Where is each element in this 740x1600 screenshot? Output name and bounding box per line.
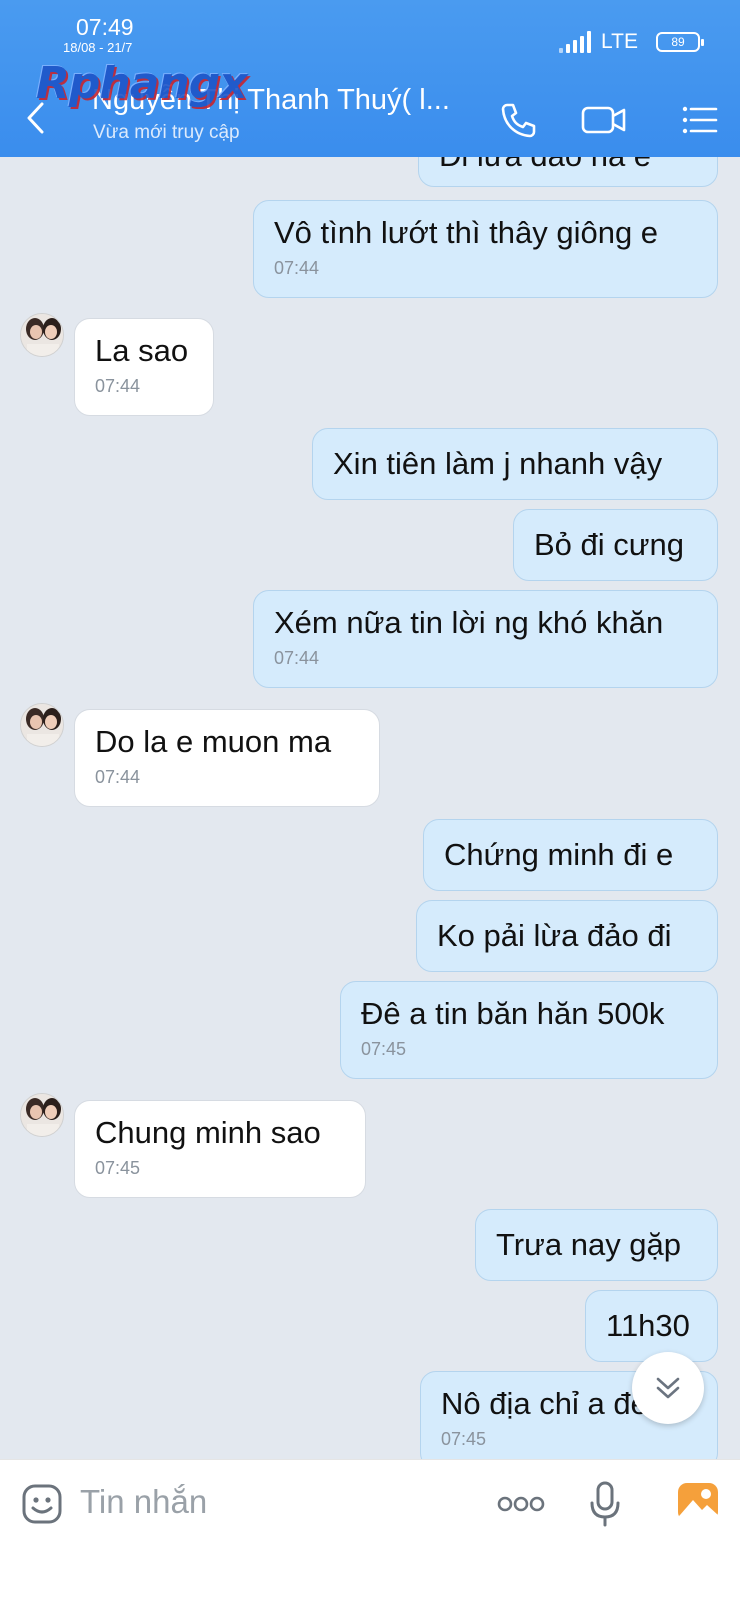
- battery-level: 89: [671, 35, 685, 49]
- message-text: Chung minh sao: [95, 1115, 321, 1150]
- avatar-image: [21, 314, 63, 356]
- message-text: Xém nữa tin lời ng khó khăn: [274, 605, 664, 640]
- message-bubble-outgoing[interactable]: Đi lừa đảo hả e: [418, 157, 718, 187]
- chevron-left-icon: [27, 102, 44, 134]
- message-bubble-outgoing[interactable]: Trưa nay gặp: [475, 1209, 718, 1281]
- message-text: Do la e muon ma: [95, 724, 332, 759]
- message-time: 07:45: [361, 1039, 407, 1059]
- message-bubble-outgoing[interactable]: Xin tiên làm j nhanh vậy: [312, 428, 718, 500]
- message-bubble-outgoing[interactable]: Xém nữa tin lời ng khó khăn 07:44: [253, 590, 718, 688]
- scroll-to-bottom-button[interactable]: [632, 1352, 704, 1424]
- emoji-button[interactable]: [20, 1482, 64, 1526]
- signal-icon: [559, 31, 592, 53]
- status-indicators: LTE 89: [559, 30, 704, 54]
- message-input[interactable]: [80, 1480, 460, 1524]
- contact-avatar[interactable]: [20, 1093, 64, 1137]
- avatar-image: [21, 1094, 63, 1136]
- message-bubble-outgoing[interactable]: Bỏ đi cưng: [513, 509, 718, 581]
- more-dots-icon: [497, 1496, 545, 1512]
- message-time: 07:45: [95, 1158, 141, 1178]
- avatar-image: [21, 704, 63, 746]
- chat-menu-button[interactable]: [680, 100, 720, 140]
- message-text: Trưa nay gặp: [496, 1227, 682, 1262]
- voice-message-button[interactable]: [589, 1480, 621, 1528]
- message-bubble-outgoing[interactable]: Ko pải lừa đảo đi: [416, 900, 718, 972]
- message-text: Chứng minh đi e: [444, 837, 674, 872]
- emoji-icon: [22, 1484, 62, 1524]
- status-time: 07:49: [76, 14, 134, 40]
- contact-avatar[interactable]: [20, 703, 64, 747]
- watermark-logo: Rphangx: [36, 58, 248, 109]
- status-date: 18/08 - 21/7: [63, 40, 133, 55]
- message-text: Đê a tin băn hăn 500k: [361, 996, 665, 1031]
- network-type: LTE: [601, 30, 638, 53]
- back-button[interactable]: [22, 100, 52, 136]
- message-bubble-incoming[interactable]: La sao 07:44: [74, 318, 214, 416]
- message-time: 07:44: [274, 258, 320, 278]
- message-text: Bỏ đi cưng: [534, 527, 685, 562]
- message-text: La sao: [95, 333, 189, 368]
- message-time: 07:45: [441, 1429, 487, 1449]
- chat-subtitle: Vừa mới truy cập: [93, 122, 240, 143]
- gallery-button[interactable]: [676, 1480, 720, 1524]
- contact-avatar[interactable]: [20, 313, 64, 357]
- message-time: 07:44: [95, 376, 141, 396]
- more-options-button[interactable]: [496, 1492, 546, 1516]
- message-text: 11h30: [606, 1308, 690, 1343]
- message-time: 07:44: [274, 648, 320, 668]
- list-menu-icon: [682, 106, 718, 134]
- video-call-button[interactable]: [580, 100, 628, 140]
- message-input-bar: [0, 1459, 740, 1600]
- chat-header: 07:49 18/08 - 21/7 LTE 89 Nguyễn Thị Tha…: [0, 0, 740, 157]
- message-list[interactable]: Đi lừa đảo hả e Vô tình lướt thì thây gi…: [0, 157, 740, 1459]
- call-button[interactable]: [498, 100, 538, 140]
- message-text: Vô tình lướt thì thây giông e: [274, 215, 659, 250]
- message-bubble-incoming[interactable]: Chung minh sao 07:45: [74, 1100, 366, 1198]
- video-camera-icon: [581, 106, 626, 134]
- message-bubble-incoming[interactable]: Do la e muon ma 07:44: [74, 709, 380, 807]
- microphone-icon: [590, 1481, 620, 1527]
- message-bubble-outgoing[interactable]: 11h30: [585, 1290, 718, 1362]
- image-gallery-icon: [678, 1483, 718, 1521]
- message-bubble-outgoing[interactable]: Đê a tin băn hăn 500k 07:45: [340, 981, 718, 1079]
- message-bubble-outgoing[interactable]: Vô tình lướt thì thây giông e 07:44: [253, 200, 718, 298]
- message-bubble-outgoing[interactable]: Chứng minh đi e: [423, 819, 718, 891]
- message-text: Ko pải lừa đảo đi: [437, 918, 672, 953]
- double-chevron-down-icon: [656, 1377, 680, 1399]
- phone-icon: [501, 103, 536, 138]
- message-text: Xin tiên làm j nhanh vậy: [333, 446, 663, 481]
- message-time: 07:44: [95, 767, 141, 787]
- message-text: Đi lừa đảo hả e: [439, 157, 651, 174]
- battery-icon: 89: [656, 32, 704, 52]
